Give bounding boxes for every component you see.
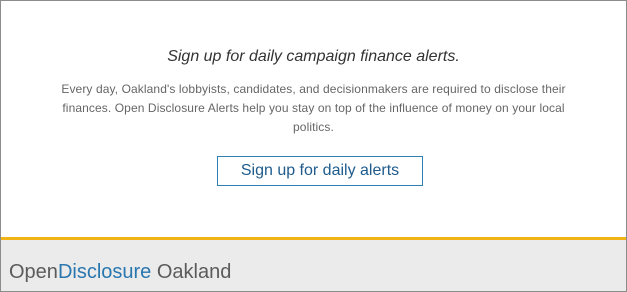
- brand-open-text: Open: [9, 261, 58, 283]
- page-frame: Sign up for daily campaign finance alert…: [0, 0, 627, 292]
- alerts-signup-section: Sign up for daily campaign finance alert…: [1, 1, 626, 237]
- signup-daily-alerts-button[interactable]: Sign up for daily alerts: [217, 156, 423, 186]
- brand-disclosure-text: Disclosure: [57, 261, 152, 283]
- brand-city-text: Oakland: [151, 261, 232, 283]
- site-logo-link[interactable]: OpenDisclosure Oakland: [9, 260, 231, 284]
- signup-heading: Sign up for daily campaign finance alert…: [167, 48, 460, 65]
- signup-description: Every day, Oakland's lobbyists, candidat…: [61, 82, 566, 134]
